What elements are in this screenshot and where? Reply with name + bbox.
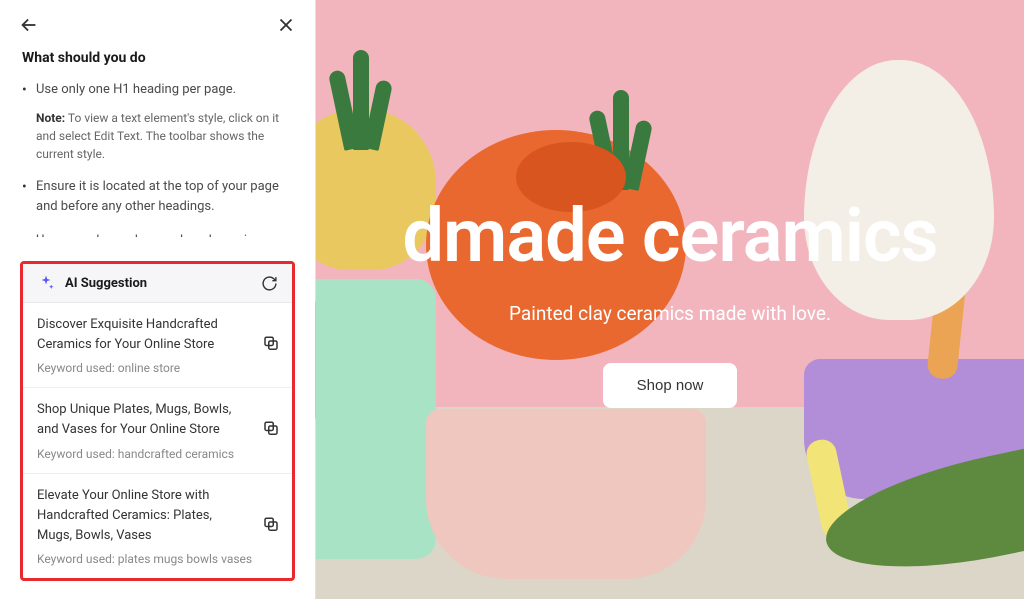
suggestion-text: Shop Unique Plates, Mugs, Bowls, and Vas… <box>37 400 278 440</box>
ai-panel-title: AI Suggestion <box>65 276 261 291</box>
close-icon[interactable] <box>275 14 297 36</box>
hero-title: dmade ceramics <box>402 200 937 274</box>
refresh-icon[interactable] <box>261 275 278 292</box>
suggestion-keyword: Keyword used: handcrafted ceramics <box>37 447 278 461</box>
note-body: To view a text element's style, click on… <box>36 111 279 161</box>
suggestion-text: Discover Exquisite Handcrafted Ceramics … <box>37 315 278 355</box>
copy-icon[interactable] <box>262 420 280 438</box>
seo-sidebar: What should you do Use only one H1 headi… <box>0 0 316 599</box>
sidebar-header <box>0 0 315 40</box>
suggestion-keyword: Keyword used: plates mugs bowls vases <box>37 552 278 566</box>
ai-panel-header: AI Suggestion <box>23 264 292 303</box>
ai-suggestion-item: Shop Unique Plates, Mugs, Bowls, and Vas… <box>23 388 292 473</box>
tips-list-cont: Ensure it is located at the top of your … <box>22 177 293 237</box>
note-label: Note: <box>36 111 65 125</box>
hero-content: dmade ceramics Painted clay ceramics mad… <box>316 0 1024 408</box>
ai-suggestion-item: Discover Exquisite Handcrafted Ceramics … <box>23 303 292 388</box>
tip-item: Use your chosen keyword or phrase in a n… <box>36 231 293 237</box>
ai-suggestion-item: Elevate Your Online Store with Handcraft… <box>23 474 292 578</box>
sidebar-scroll-area: What should you do Use only one H1 headi… <box>0 40 315 237</box>
tip-item: Use only one H1 heading per page. <box>36 80 293 100</box>
suggestion-keyword: Keyword used: online store <box>37 361 278 375</box>
tips-list: Use only one H1 heading per page. <box>22 80 293 100</box>
ai-suggestion-panel: AI Suggestion Discover Exquisite Handcra… <box>20 261 295 581</box>
section-heading: What should you do <box>22 50 293 66</box>
shop-now-button[interactable]: Shop now <box>603 363 738 408</box>
copy-icon[interactable] <box>262 334 280 352</box>
suggestion-text: Elevate Your Online Store with Handcraft… <box>37 486 278 546</box>
tip-note: Note: To view a text element's style, cl… <box>36 109 293 163</box>
back-arrow-icon[interactable] <box>18 14 40 36</box>
tip-item: Ensure it is located at the top of your … <box>36 177 293 217</box>
site-preview: dmade ceramics Painted clay ceramics mad… <box>316 0 1024 599</box>
pedestal-pink <box>426 409 706 579</box>
hero-subtitle: Painted clay ceramics made with love. <box>509 302 831 325</box>
copy-icon[interactable] <box>262 515 280 533</box>
sparkle-icon <box>37 274 55 292</box>
